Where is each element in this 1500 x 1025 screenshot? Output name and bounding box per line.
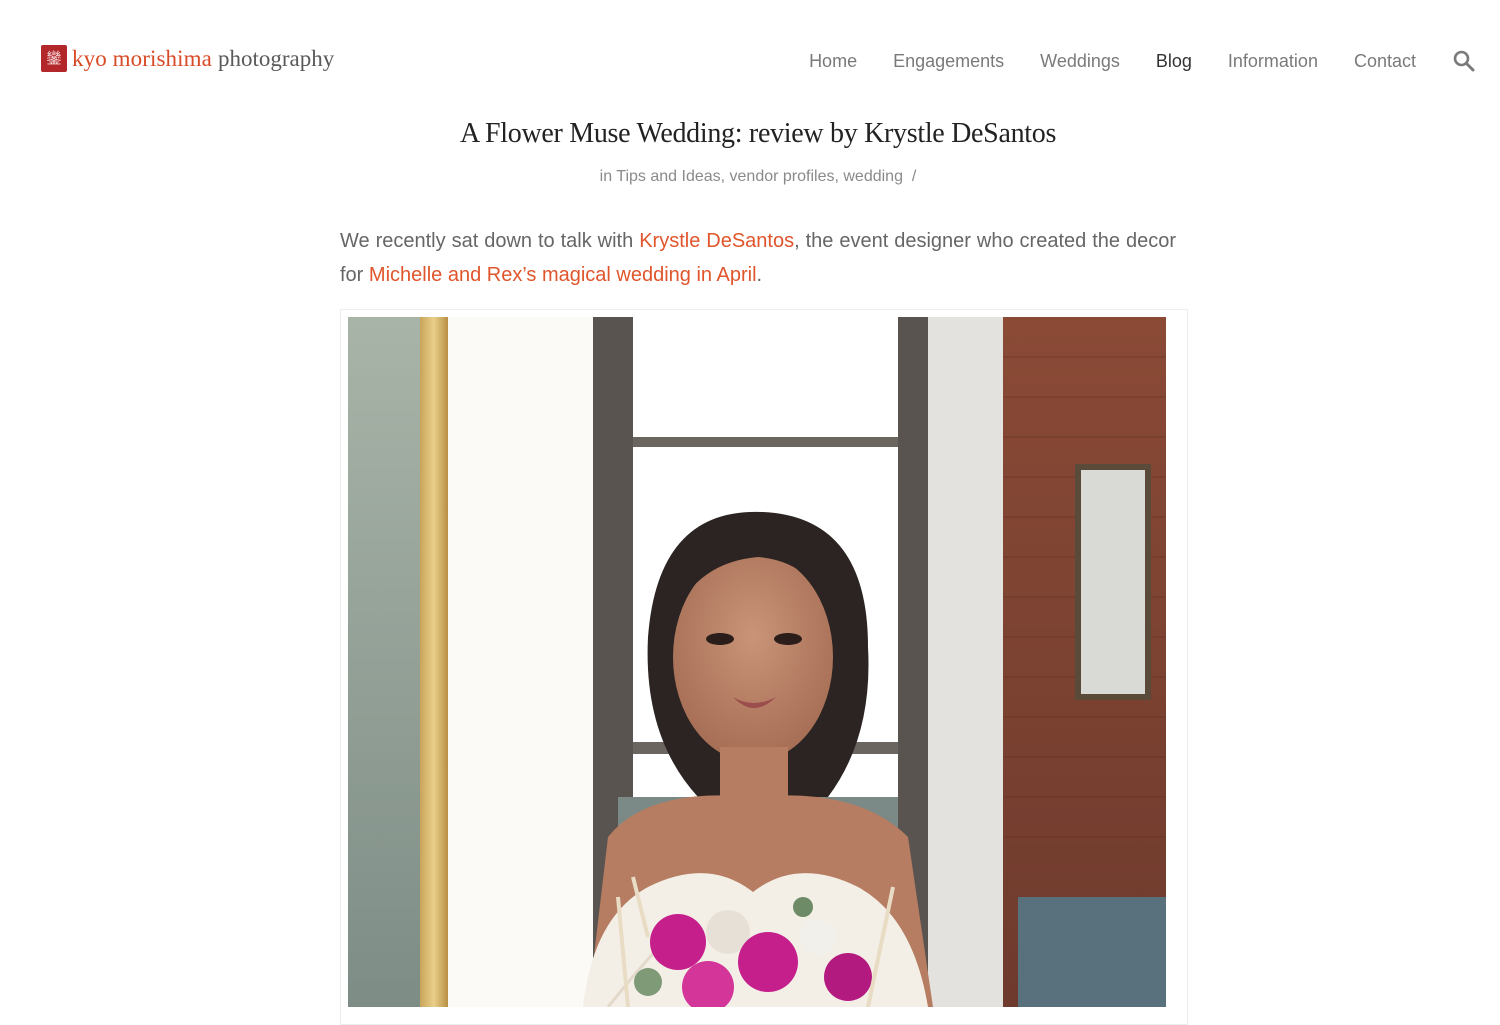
post-title: A Flower Muse Wedding: review by Krystle… <box>459 118 1057 149</box>
post-intro: We recently sat down to talk with Krystl… <box>340 224 1176 292</box>
wedding-post-link[interactable]: Michelle and Rex’s magical wedding in Ap… <box>369 264 757 286</box>
search-icon[interactable] <box>1452 49 1476 73</box>
featured-photo[interactable] <box>348 317 1166 1007</box>
category-link[interactable]: Tips and Ideas <box>616 168 720 185</box>
intro-text: We recently sat down to talk with <box>340 230 640 252</box>
logo-mark-icon: 鑾 <box>41 45 67 72</box>
nav-item-home[interactable]: Home <box>809 51 857 72</box>
site-header: 鑾 kyo morishima photography Home Engagem… <box>0 0 1500 110</box>
site-logo[interactable]: 鑾 kyo morishima photography <box>41 45 334 72</box>
nav-item-blog[interactable]: Blog <box>1156 51 1192 72</box>
nav-item-information[interactable]: Information <box>1228 51 1318 72</box>
main-nav: Home Engagements Weddings Blog Informati… <box>809 47 1500 75</box>
bride-photo-illustration <box>348 317 1166 1007</box>
intro-text: . <box>756 264 763 286</box>
nav-item-contact[interactable]: Contact <box>1354 51 1416 72</box>
featured-photo-frame <box>340 309 1188 1025</box>
nav-item-weddings[interactable]: Weddings <box>1040 51 1120 72</box>
logo-suffix: photography <box>217 45 335 71</box>
post-content: A Flower Muse Wedding: review by Krystle… <box>340 110 1188 1025</box>
category-link[interactable]: vendor profiles <box>730 168 835 185</box>
meta-prefix: in <box>599 168 613 185</box>
category-link[interactable]: wedding <box>843 168 903 185</box>
nav-item-engagements[interactable]: Engagements <box>893 51 1004 72</box>
logo-name: kyo morishima <box>72 45 212 71</box>
krystle-desantos-link[interactable]: Krystle DeSantos <box>639 230 794 252</box>
post-meta: in Tips and Ideas, vendor profiles, wedd… <box>599 168 917 185</box>
meta-separator: / <box>911 168 917 185</box>
